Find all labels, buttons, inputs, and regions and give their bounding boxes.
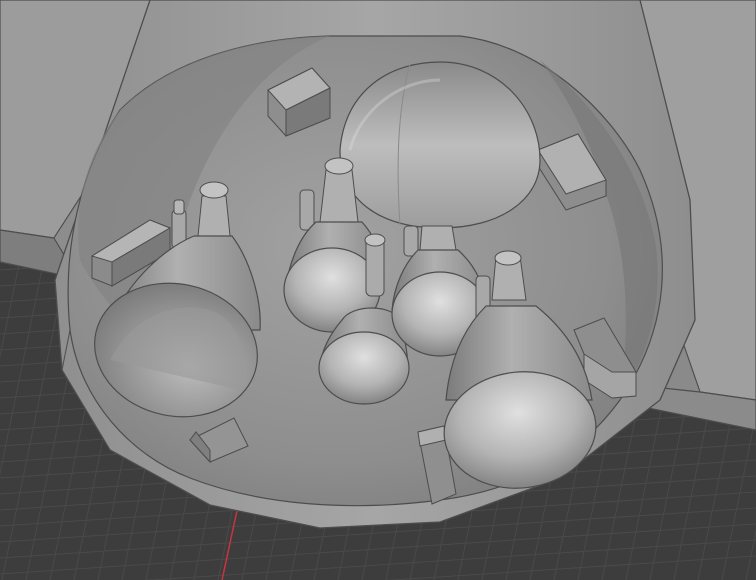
grid-line	[0, 239, 49, 476]
grid-line	[0, 523, 756, 575]
grid-line	[385, 555, 756, 580]
grid-line	[143, 539, 756, 580]
3d-viewport[interactable]	[0, 0, 756, 580]
scene-canvas[interactable]	[0, 0, 756, 580]
